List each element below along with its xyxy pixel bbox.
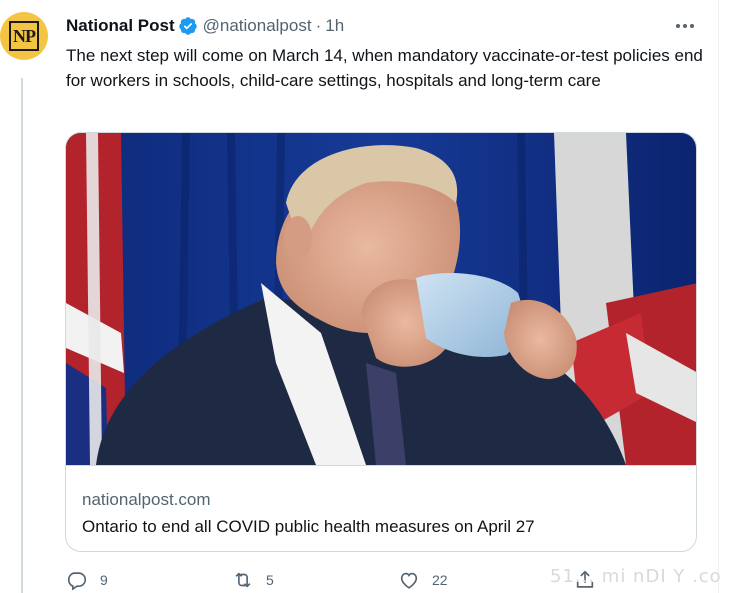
timestamp[interactable]: 1h xyxy=(325,16,344,36)
retweet-button[interactable]: 5 xyxy=(232,568,274,592)
tweet-header: National Post @nationalpost · 1h xyxy=(66,15,344,37)
retweet-count: 5 xyxy=(266,572,274,588)
timeline-border xyxy=(718,0,719,593)
like-count: 22 xyxy=(432,572,448,588)
like-button[interactable]: 22 xyxy=(398,568,448,592)
display-name[interactable]: National Post xyxy=(66,16,175,36)
reply-count: 9 xyxy=(100,572,108,588)
retweet-icon xyxy=(235,572,251,588)
tweet-text: The next step will come on March 14, whe… xyxy=(66,46,703,90)
avatar[interactable]: NP xyxy=(0,12,48,60)
more-dots-icon[interactable] xyxy=(670,16,700,36)
watermark: 51... mi nDI Y .co xyxy=(550,566,722,587)
card-title[interactable]: Ontario to end all COVID public health m… xyxy=(82,517,535,537)
handle[interactable]: @nationalpost xyxy=(203,16,312,36)
reply-icon xyxy=(67,572,87,591)
avatar-logo: NP xyxy=(9,21,39,51)
link-card[interactable]: nationalpost.com Ontario to end all COVI… xyxy=(65,132,697,552)
card-footer[interactable]: nationalpost.com Ontario to end all COVI… xyxy=(66,465,696,551)
card-image[interactable] xyxy=(66,133,697,465)
thread-line xyxy=(21,78,23,593)
card-domain: nationalpost.com xyxy=(82,490,211,509)
separator-dot: · xyxy=(315,16,322,35)
heart-icon xyxy=(400,572,418,589)
reply-button[interactable]: 9 xyxy=(66,568,108,592)
verified-badge-icon xyxy=(178,17,197,35)
